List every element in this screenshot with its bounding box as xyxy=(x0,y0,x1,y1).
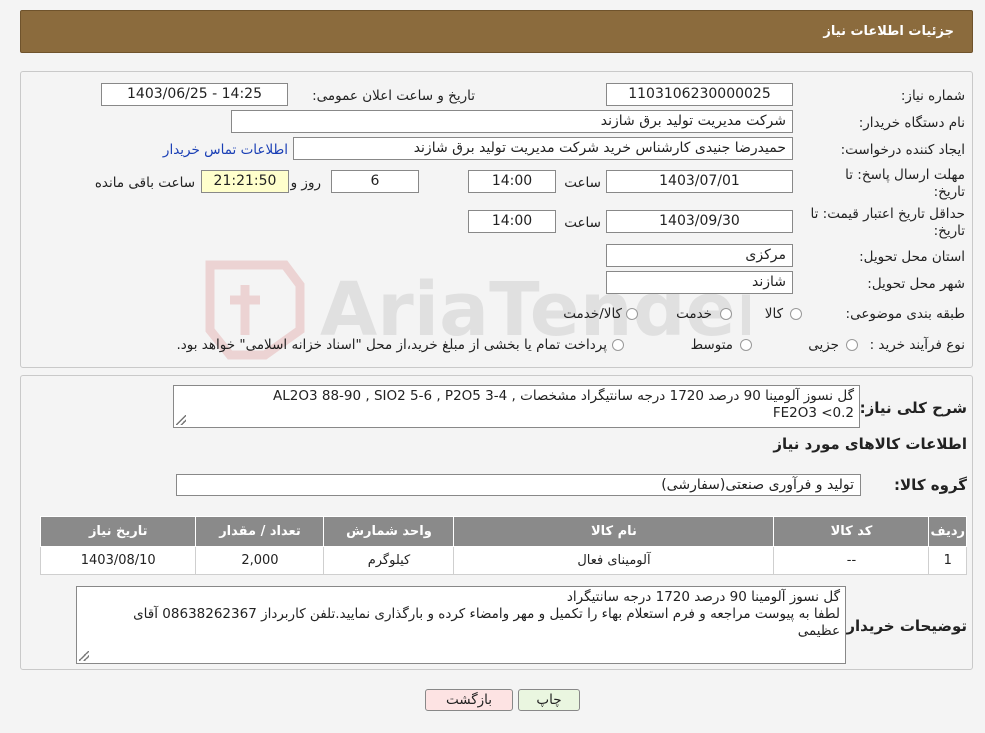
cell-date: 1403/08/10 xyxy=(39,546,197,575)
category-radio-goods-service[interactable] xyxy=(626,308,638,320)
resize-grip[interactable] xyxy=(79,651,89,661)
col-unit-header: واحد شمارش xyxy=(323,516,455,547)
process-note: پرداخت تمام یا بخشی از مبلغ خرید،از محل … xyxy=(176,337,607,353)
notes-line-1: گل نسوز آلومینا 90 درصد 1720 درجه سانتیگ… xyxy=(566,589,840,605)
table-row: 1 -- آلومینای فعال کیلوگرم 2,000 1403/08… xyxy=(39,546,967,575)
category-radio-goods[interactable] xyxy=(790,308,802,320)
col-qty-header: تعداد / مقدار xyxy=(195,516,325,547)
city-label: شهر محل تحویل: xyxy=(867,276,965,292)
category-radio-service[interactable] xyxy=(720,308,732,320)
table-header-row: ردیف کد کالا نام کالا واحد شمارش تعداد /… xyxy=(39,516,967,547)
province-field: مرکزی xyxy=(606,244,793,267)
days-field: 6 xyxy=(331,170,419,193)
price-validity-label-1: حداقل تاریخ اعتبار قیمت: تا xyxy=(810,206,965,222)
creator-label: ایجاد کننده درخواست: xyxy=(840,142,965,158)
col-date-header: تاریخ نیاز xyxy=(39,516,197,547)
deadline-time-label: ساعت xyxy=(564,175,601,191)
need-number-label: شماره نیاز: xyxy=(900,88,965,104)
process-radio-medium[interactable] xyxy=(740,339,752,351)
process-radio-treasury[interactable] xyxy=(612,339,624,351)
price-validity-time-label: ساعت xyxy=(564,215,601,231)
process-option-minor: جزیی xyxy=(808,337,839,353)
goods-group-field: تولید و فرآوری صنعتی(سفارشی) xyxy=(176,474,861,496)
category-option-goods: کالا xyxy=(764,306,783,322)
back-button[interactable]: بازگشت xyxy=(425,689,513,711)
page-title: جزئیات اطلاعات نیاز xyxy=(823,24,954,39)
buyer-contact-link[interactable]: اطلاعات تماس خریدار xyxy=(163,142,288,158)
deadline-date-field: 1403/07/01 xyxy=(606,170,793,193)
cell-name: آلومینای فعال xyxy=(453,546,775,575)
process-label: نوع فرآیند خرید : xyxy=(869,337,965,353)
city-field: شازند xyxy=(606,271,793,294)
resize-grip[interactable] xyxy=(176,415,186,425)
summary-textarea[interactable]: گل نسوز آلومینا 90 درصد 1720 درجه سانتیگ… xyxy=(173,385,860,428)
days-label: روز و xyxy=(290,175,321,191)
deadline-time-field: 14:00 xyxy=(468,170,556,193)
summary-line-1: گل نسوز آلومینا 90 درصد 1720 درجه سانتیگ… xyxy=(273,388,854,404)
announce-field: 1403/06/25 - 14:25 xyxy=(101,83,288,106)
buyer-org-field: شرکت مدیریت تولید برق شازند xyxy=(231,110,793,133)
buyer-notes-label: توضیحات خریدار: xyxy=(840,617,967,635)
price-validity-time-field: 14:00 xyxy=(468,210,556,233)
process-radio-minor[interactable] xyxy=(846,339,858,351)
deadline-label-1: مهلت ارسال پاسخ: تا xyxy=(845,167,965,183)
announce-label: تاریخ و ساعت اعلان عمومی: xyxy=(312,88,475,104)
cell-qty: 2,000 xyxy=(195,546,325,575)
items-table: ردیف کد کالا نام کالا واحد شمارش تعداد /… xyxy=(39,516,967,575)
need-number-field: 1103106230000025 xyxy=(606,83,793,106)
notes-line-2: لطفا به پیوست مراجعه و فرم استعلام بهاء … xyxy=(133,606,840,622)
goods-group-label: گروه کالا: xyxy=(894,476,967,494)
cell-row: 1 xyxy=(928,546,967,575)
page-header: جزئیات اطلاعات نیاز xyxy=(20,10,973,53)
province-label: استان محل تحویل: xyxy=(859,249,965,265)
price-validity-label-2: تاریخ: xyxy=(933,223,965,239)
process-option-medium: متوسط xyxy=(690,337,733,353)
remaining-time-field: 21:21:50 xyxy=(201,170,289,193)
col-code-header: کد کالا xyxy=(773,516,930,547)
notes-line-3: عظیمی xyxy=(797,623,840,639)
goods-info-title: اطلاعات کالاهای مورد نیاز xyxy=(773,435,967,453)
summary-line-2: FE2O3 <0.2 xyxy=(772,405,854,421)
creator-field: حمیدرضا جنیدی کارشناس خرید شرکت مدیریت ت… xyxy=(293,137,793,160)
cell-unit: کیلوگرم xyxy=(323,546,455,575)
price-validity-date-field: 1403/09/30 xyxy=(606,210,793,233)
category-label: طبقه بندی موضوعی: xyxy=(845,306,965,322)
remaining-label: ساعت باقی مانده xyxy=(94,175,195,191)
buyer-notes-textarea[interactable]: گل نسوز آلومینا 90 درصد 1720 درجه سانتیگ… xyxy=(76,586,846,664)
category-option-service: خدمت xyxy=(676,306,712,322)
print-button[interactable]: چاپ xyxy=(518,689,580,711)
col-row-header: ردیف xyxy=(928,516,967,547)
cell-code: -- xyxy=(773,546,930,575)
deadline-label-2: تاریخ: xyxy=(933,184,965,200)
buyer-org-label: نام دستگاه خریدار: xyxy=(858,115,965,131)
category-option-goods-service: کالا/خدمت xyxy=(563,306,622,322)
summary-label: شرح کلی نیاز: xyxy=(859,399,967,417)
col-name-header: نام کالا xyxy=(453,516,775,547)
